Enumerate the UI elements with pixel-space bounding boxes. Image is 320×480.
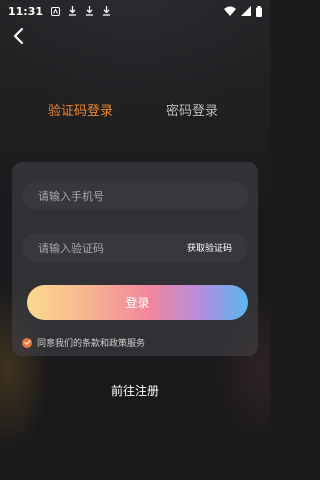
status-system-icons (224, 5, 262, 17)
phone-input-placeholder: 请输入手机号 (38, 189, 104, 203)
agreement-checkbox[interactable] (22, 337, 32, 348)
agreement-row[interactable]: 同意我们的条款和政策服务 (22, 336, 145, 349)
back-button[interactable] (10, 26, 30, 46)
get-code-button[interactable]: 获取验证码 (187, 241, 232, 254)
login-button[interactable]: 登录 (27, 285, 248, 320)
phone-input[interactable]: 请输入手机号 (22, 181, 248, 210)
notification-icon (51, 6, 61, 16)
battery-icon (256, 5, 262, 17)
tab-sms-login[interactable]: 验证码登录 (48, 100, 113, 119)
tab-password-login[interactable]: 密码登录 (166, 100, 218, 119)
code-input-placeholder: 请输入验证码 (38, 241, 104, 255)
wifi-icon (224, 6, 236, 16)
status-notification-icons (51, 6, 111, 16)
download-icon (69, 6, 77, 16)
chevron-left-icon (13, 27, 24, 45)
register-link[interactable]: 前往注册 (0, 382, 270, 399)
status-time: 11:31 (8, 4, 44, 18)
check-icon (23, 340, 31, 346)
download-icon (103, 6, 111, 16)
signal-icon (241, 6, 251, 16)
code-input[interactable]: 请输入验证码 获取验证码 (22, 233, 248, 262)
download-icon (86, 6, 94, 16)
status-bar: 11:31 (0, 0, 270, 22)
agreement-label: 同意我们的条款和政策服务 (37, 339, 146, 349)
